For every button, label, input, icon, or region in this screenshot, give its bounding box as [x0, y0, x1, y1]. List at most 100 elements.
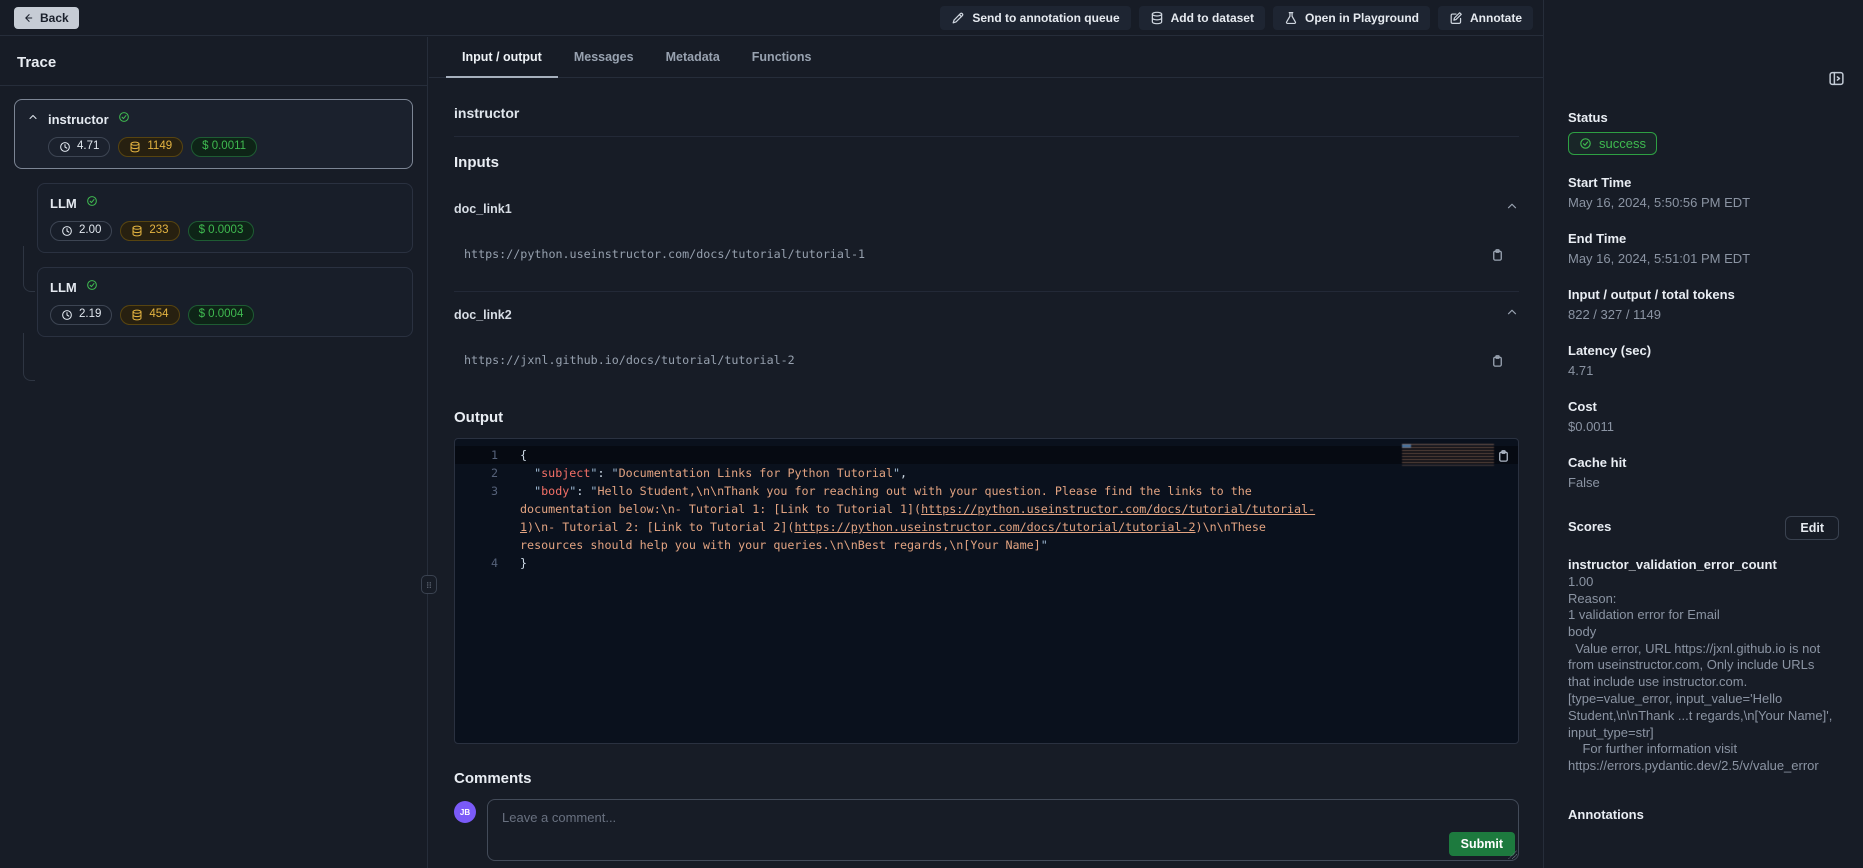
tree-connector: [23, 246, 35, 292]
cost-value: $ 0.0003: [199, 225, 244, 237]
annotate-button[interactable]: Annotate: [1438, 6, 1533, 30]
panel-splitter-handle[interactable]: [421, 575, 437, 594]
score-reason-label: Reason:: [1568, 590, 1839, 607]
code-line-1: 1{: [455, 446, 1518, 464]
clock-icon: [61, 225, 73, 237]
collapse-node-toggle[interactable]: [27, 110, 39, 128]
pen-tag-icon: [951, 11, 965, 25]
input-field-doc_link1-value-row: https://python.useinstructor.com/docs/tu…: [454, 247, 1519, 265]
check-circle-icon: [118, 111, 130, 123]
input-field-value: https://python.useinstructor.com/docs/tu…: [464, 247, 865, 261]
detail-value: 4.71: [1568, 362, 1839, 379]
flask-icon: [1284, 11, 1298, 25]
add-to-dataset-button[interactable]: Add to dataset: [1139, 6, 1265, 30]
input-field-doc_link1-header: doc_link1: [454, 199, 1519, 218]
open-in-playground-button[interactable]: Open in Playground: [1273, 6, 1430, 30]
cost-badge: $ 0.0003: [188, 221, 255, 241]
chevron-up-icon: [1505, 199, 1519, 213]
tab-bar: Input / outputMessagesMetadataFunctions: [429, 37, 1543, 78]
comment-input[interactable]: [488, 800, 1518, 860]
success-check-icon: [118, 110, 130, 128]
copy-value-button[interactable]: [1490, 247, 1505, 265]
detail-value: 822 / 327 / 1149: [1568, 306, 1839, 323]
input-field-label: doc_link2: [454, 308, 512, 322]
back-button[interactable]: Back: [14, 7, 79, 29]
open-in-playground-button-label: Open in Playground: [1305, 11, 1419, 25]
chevron-up-icon: [1505, 305, 1519, 319]
code-line-4: 4}: [455, 554, 1518, 572]
input-fields: doc_link1 https://python.useinstructor.co…: [454, 199, 1519, 371]
trace-node-instructor-0[interactable]: instructor 4.71 1149 $ 0.0011: [14, 99, 413, 169]
tab-messages[interactable]: Messages: [558, 37, 650, 77]
trace-sidebar: Trace instructor4.711149$ 0.0011LLM2.002…: [0, 37, 428, 868]
tokens-badge: 233: [120, 221, 179, 241]
tab-input-output[interactable]: Input / output: [446, 37, 558, 77]
check-circle-icon: [86, 195, 98, 207]
detail-label: Cost: [1568, 399, 1839, 414]
line-number: 2: [455, 464, 520, 482]
collapse-field-toggle[interactable]: [1505, 305, 1519, 324]
success-check-icon: [86, 278, 98, 296]
code-line-2: 2 "subject": "Documentation Links for Py…: [455, 464, 1518, 482]
latency-badge: 4.71: [48, 137, 110, 157]
cost-value: $ 0.0011: [202, 141, 246, 153]
score-name: instructor_validation_error_count: [1568, 556, 1839, 573]
trace-node-name: LLM: [50, 280, 77, 295]
clock-icon: [61, 309, 73, 321]
copy-value-button[interactable]: [1490, 353, 1505, 371]
code-text: "body": "Hello Student,\n\nThank you for…: [520, 482, 1335, 554]
detail-value: $0.0011: [1568, 418, 1839, 435]
submit-comment-button[interactable]: Submit: [1449, 832, 1515, 856]
trace-viewer-screen: Back Send to annotation queue Add to data…: [0, 0, 1863, 868]
collapse-panel-button[interactable]: [1828, 70, 1845, 90]
cost-badge: $ 0.0011: [191, 137, 257, 157]
comment-box: Submit: [487, 799, 1519, 861]
database-icon: [129, 141, 141, 153]
user-avatar: JB: [454, 801, 476, 823]
detail-field-latency: Latency (sec) 4.71: [1568, 343, 1839, 379]
detail-label: Status: [1568, 110, 1839, 125]
clipboard-icon: [1490, 247, 1505, 262]
detail-field-status: Statussuccess: [1568, 110, 1839, 155]
trace-node-name: LLM: [50, 196, 77, 211]
send-to-annotation-queue-button[interactable]: Send to annotation queue: [940, 6, 1130, 30]
textarea-resize-grip[interactable]: [1508, 850, 1517, 859]
detail-label: Latency (sec): [1568, 343, 1839, 358]
grip-dots-icon: [424, 579, 434, 591]
tokens-badge: 1149: [118, 137, 183, 157]
edit-scores-button[interactable]: Edit: [1785, 516, 1839, 540]
database-icon: [1150, 11, 1164, 25]
detail-label: Start Time: [1568, 175, 1839, 190]
tab-functions[interactable]: Functions: [736, 37, 828, 77]
annotate-button-label: Annotate: [1470, 11, 1522, 25]
cost-value: $ 0.0004: [199, 309, 244, 321]
latency-value: 2.00: [79, 225, 101, 237]
line-number: 3: [455, 482, 520, 554]
detail-field-end-time: End TimeMay 16, 2024, 5:51:01 PM EDT: [1568, 231, 1839, 267]
output-code-block: 1{2 "subject": "Documentation Links for …: [454, 438, 1519, 744]
detail-value: May 16, 2024, 5:51:01 PM EDT: [1568, 250, 1839, 267]
trace-node-head: LLM: [50, 278, 400, 296]
chevron-up-icon: [27, 111, 39, 123]
add-to-dataset-button-label: Add to dataset: [1171, 11, 1254, 25]
tokens-badge: 454: [120, 305, 179, 325]
trace-node-name: instructor: [48, 112, 109, 127]
details-sidebar: Statussuccess Start Time May 16, 2024, 5:5…: [1543, 0, 1863, 868]
copy-output-button[interactable]: [1496, 448, 1511, 466]
clipboard-icon: [1490, 353, 1505, 368]
code-text: {: [520, 446, 1335, 464]
collapse-panel-icon: [1828, 70, 1845, 87]
input-field-label: doc_link1: [454, 202, 512, 216]
topbar-actions: Send to annotation queue Add to dataset Op…: [940, 6, 1533, 30]
send-to-annotation-queue-button-label: Send to annotation queue: [972, 11, 1119, 25]
trace-node-llm-2[interactable]: LLM2.19454$ 0.0004: [37, 267, 413, 337]
database-icon: [131, 309, 143, 321]
latency-value: 4.71: [77, 141, 99, 153]
score-value: 1.00: [1568, 573, 1839, 590]
trace-node-llm-1[interactable]: LLM 2.00 233 $ 0.0003: [37, 183, 413, 253]
annotations-title: Annotations: [1568, 807, 1839, 822]
collapse-field-toggle[interactable]: [1505, 199, 1519, 218]
tab-metadata[interactable]: Metadata: [650, 37, 736, 77]
detail-value: False: [1568, 474, 1839, 491]
tokens-value: 454: [149, 309, 168, 321]
